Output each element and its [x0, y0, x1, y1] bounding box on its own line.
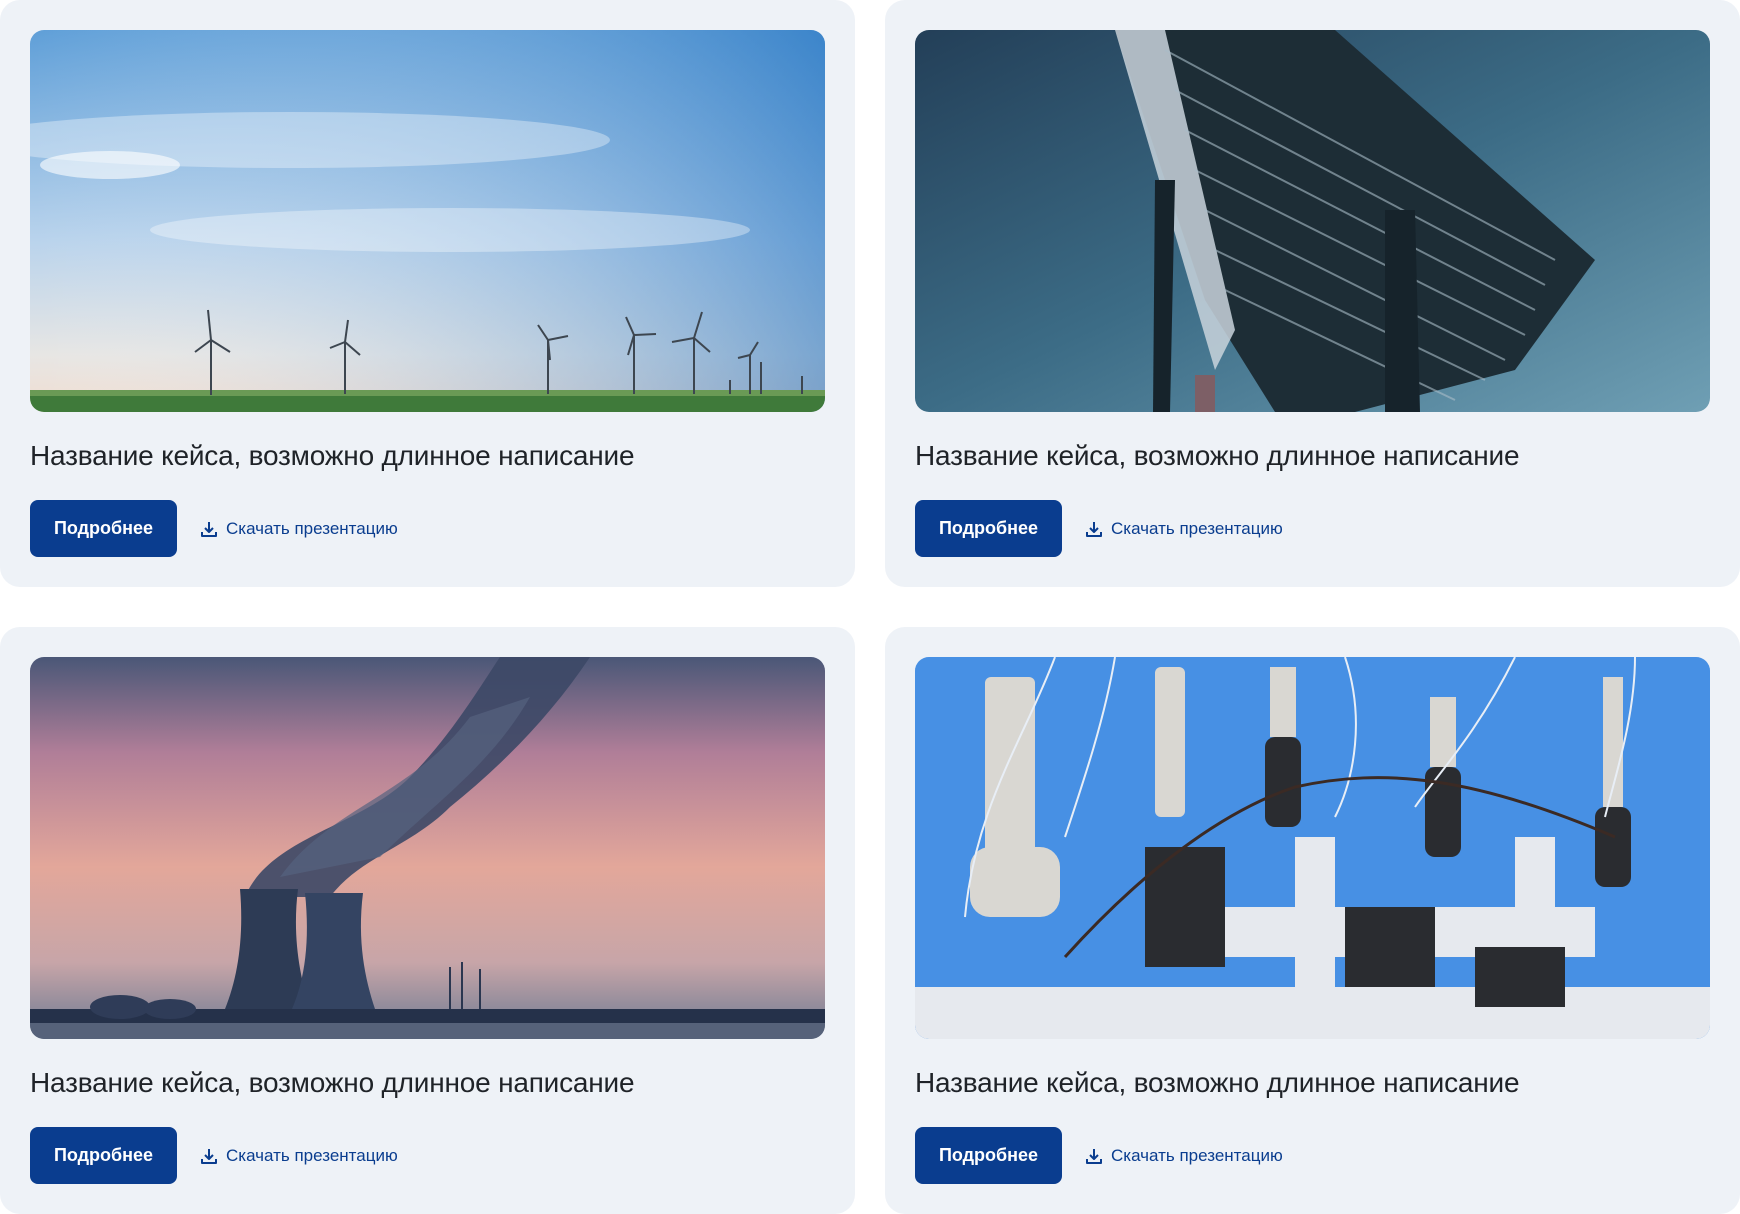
case-title: Название кейса, возможно длинное написан…	[30, 1067, 635, 1098]
download-label: Скачать презентацию	[226, 1146, 398, 1165]
download-presentation-link[interactable]: Скачать презентацию	[200, 1143, 398, 1169]
case-title: Название кейса, возможно длинное написан…	[915, 440, 1520, 471]
download-icon	[200, 520, 218, 538]
wind-turbines-photo[interactable]	[30, 30, 825, 412]
download-presentation-link[interactable]: Скачать презентацию	[1085, 1143, 1283, 1169]
download-presentation-link[interactable]: Скачать презентацию	[200, 516, 398, 542]
details-button[interactable]: Подробнее	[915, 1127, 1062, 1184]
details-button[interactable]: Подробнее	[30, 500, 177, 557]
cooling-towers-photo[interactable]	[30, 657, 825, 1039]
case-card: Название кейса, возможно длинное написан…	[0, 0, 855, 587]
case-card: Название кейса, возможно длинное написан…	[885, 0, 1740, 587]
download-presentation-link[interactable]: Скачать презентацию	[1085, 516, 1283, 542]
case-title: Название кейса, возможно длинное написан…	[915, 1067, 1520, 1098]
case-card: Название кейса, возможно длинное написан…	[885, 627, 1740, 1214]
case-cards-grid: Название кейса, возможно длинное написан…	[0, 0, 1740, 1214]
case-title: Название кейса, возможно длинное написан…	[30, 440, 635, 471]
solar-panel-photo[interactable]	[915, 30, 1710, 412]
case-card: Название кейса, возможно длинное написан…	[0, 627, 855, 1214]
download-icon	[1085, 520, 1103, 538]
download-icon	[1085, 1147, 1103, 1165]
details-button[interactable]: Подробнее	[30, 1127, 177, 1184]
download-label: Скачать презентацию	[1111, 519, 1283, 538]
download-icon	[200, 1147, 218, 1165]
download-label: Скачать презентацию	[1111, 1146, 1283, 1165]
details-button[interactable]: Подробнее	[915, 500, 1062, 557]
electrical-substation-photo[interactable]	[915, 657, 1710, 1039]
download-label: Скачать презентацию	[226, 519, 398, 538]
